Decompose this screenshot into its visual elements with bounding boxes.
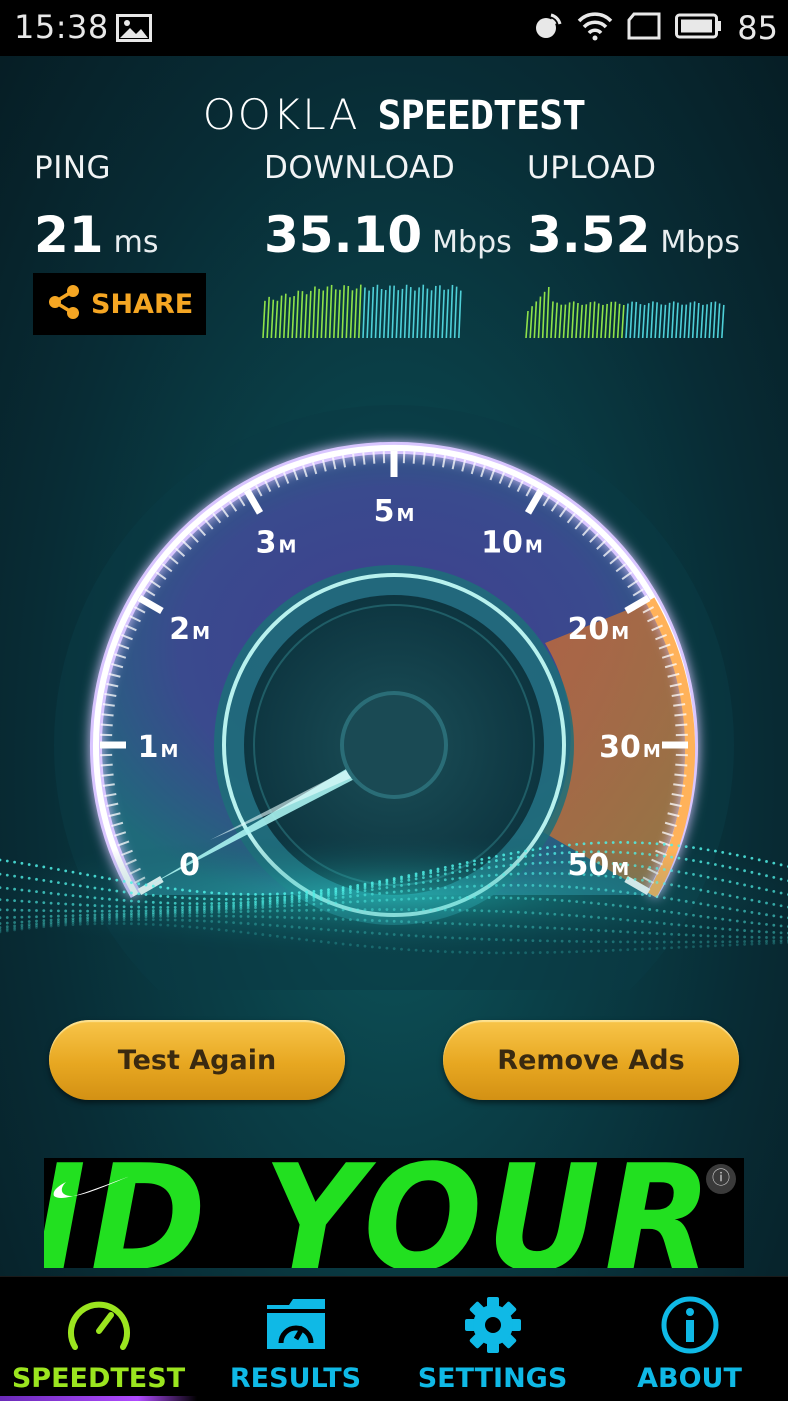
wifi-icon [577,11,613,45]
download-label: DOWNLOAD [264,150,456,186]
gauge-minor-tick [675,763,688,767]
upload-unit: Mbps [660,225,740,260]
app-logo: OOKLA SPEEDTEST [0,90,788,139]
gauge-minor-tick [101,713,114,717]
share-label: SHARE [91,288,194,320]
ping-result: 21 ms [34,206,158,264]
upload-result: 3.52 Mbps [527,206,740,264]
info-icon [591,1295,788,1355]
gauge-minor-tick [100,763,113,767]
status-time: 15:38 [14,8,109,46]
gauge-minor-tick [362,452,366,465]
nav-results-label: RESULTS [229,1363,362,1394]
speedometer-icon [0,1295,197,1353]
test-again-button[interactable]: Test Again [49,1020,345,1100]
product-name: SPEEDTEST [377,93,587,139]
remove-ads-button[interactable]: Remove Ads [443,1020,739,1100]
needle-hub [340,691,448,799]
ping-unit: ms [113,225,159,260]
sim-card-icon [627,12,661,44]
gauge-minor-tick [412,451,416,464]
gauge-minor-tick [674,713,687,717]
download-value: 35.10 [264,206,423,264]
wave-glow [0,835,788,955]
image-notification-icon [116,14,152,46]
folder-gauge-icon [197,1295,394,1351]
status-icons: 85 [533,8,778,48]
download-result: 35.10 Mbps [264,206,512,264]
gauge-minor-tick [675,723,688,727]
ad-info-icon[interactable]: ⓘ [706,1164,736,1194]
download-unit: Mbps [432,225,512,260]
nav-settings[interactable]: SETTINGS [394,1277,591,1401]
ping-label: PING [34,150,112,186]
ad-banner[interactable]: ID YOUR F ⓘ [44,1158,744,1268]
bottom-navigation: SPEEDTEST RESULTS SETTINGS ABOUT [0,1276,788,1401]
nav-about[interactable]: ABOUT [591,1277,788,1401]
gauge-minor-tick [101,773,114,777]
battery-icon [675,12,723,44]
ad-text: ID YOUR F [44,1158,744,1268]
nav-settings-label: SETTINGS [417,1363,568,1394]
nike-logo-icon [52,1172,132,1206]
share-button[interactable]: SHARE [33,273,206,335]
ping-value: 21 [34,206,104,264]
gauge-minor-tick [100,723,113,727]
sync-icon [533,11,563,45]
upload-sparkline [525,286,725,338]
nav-results[interactable]: RESULTS [197,1277,394,1401]
brand-name: OOKLA [202,90,360,139]
upload-value: 3.52 [527,206,651,264]
active-tab-indicator [0,1396,197,1401]
speedtest-screen: 15:38 85 OOKLA SPEEDTEST PING DOWNLOAD UP… [0,0,788,1401]
gauge-minor-tick [674,773,687,777]
nav-speedtest[interactable]: SPEEDTEST [0,1277,197,1401]
speed-gauge: 01 M2 M3 M5 M10 M20 M30 M50 M [0,405,788,990]
nav-about-label: ABOUT [637,1363,742,1394]
status-bar: 15:38 85 [0,0,788,56]
gauge-label-0: 0 [179,848,200,883]
upload-label: UPLOAD [527,150,657,186]
gauge-minor-tick [372,451,376,464]
gauge-minor-tick [422,452,426,465]
battery-percent: 85 [737,9,778,47]
gear-icon [394,1295,591,1355]
share-icon [33,284,81,324]
nav-speedtest-label: SPEEDTEST [11,1363,186,1394]
download-sparkline [262,284,462,338]
